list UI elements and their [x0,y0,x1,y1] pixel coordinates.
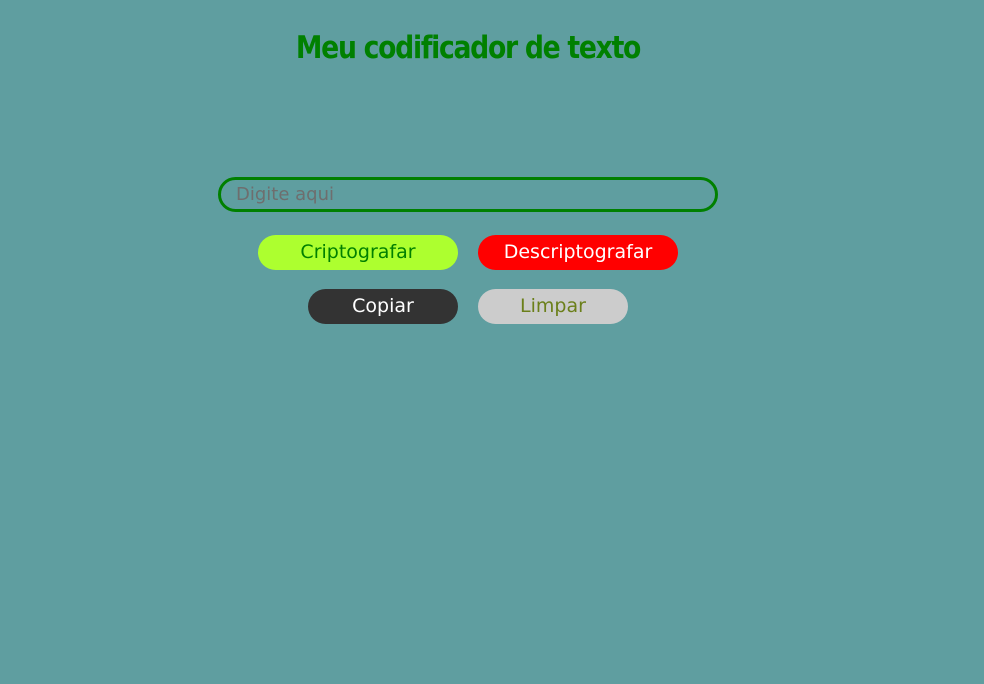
encrypt-button[interactable]: Criptografar [258,235,458,270]
page: Meu codificador de texto Criptografar De… [0,0,984,684]
clear-button[interactable]: Limpar [478,289,628,324]
page-title: Meu codificador de texto [295,30,641,66]
copy-button[interactable]: Copiar [308,289,458,324]
decrypt-button[interactable]: Descriptografar [478,235,678,270]
text-input[interactable] [218,177,718,212]
